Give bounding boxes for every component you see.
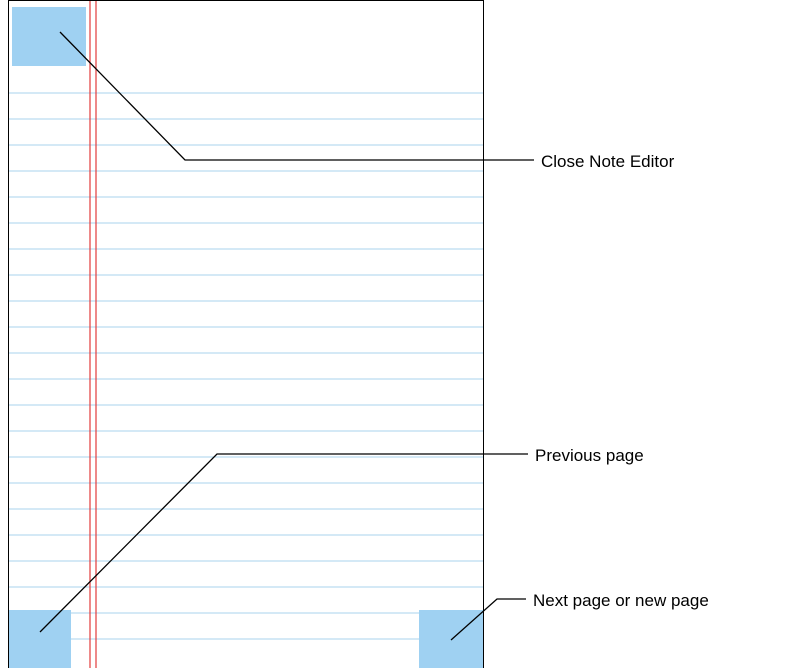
notepad-diagram [8, 0, 534, 668]
callout-lines [39, 31, 534, 641]
notepad-page-border [8, 0, 484, 668]
close-note-editor-label: Close Note Editor [541, 152, 675, 171]
previous-page-hotspot[interactable] [8, 610, 71, 668]
ruled-lines [9, 92, 483, 640]
hotspot-regions [8, 7, 483, 668]
next-page-hotspot[interactable] [419, 610, 483, 668]
previous-page-label: Previous page [535, 446, 644, 465]
close-note-editor-hotspot[interactable] [12, 7, 86, 66]
previous-callout-line [39, 453, 528, 633]
next-page-label: Next page or new page [533, 591, 709, 610]
margin-lines [89, 0, 97, 668]
close-callout-line [59, 31, 534, 161]
